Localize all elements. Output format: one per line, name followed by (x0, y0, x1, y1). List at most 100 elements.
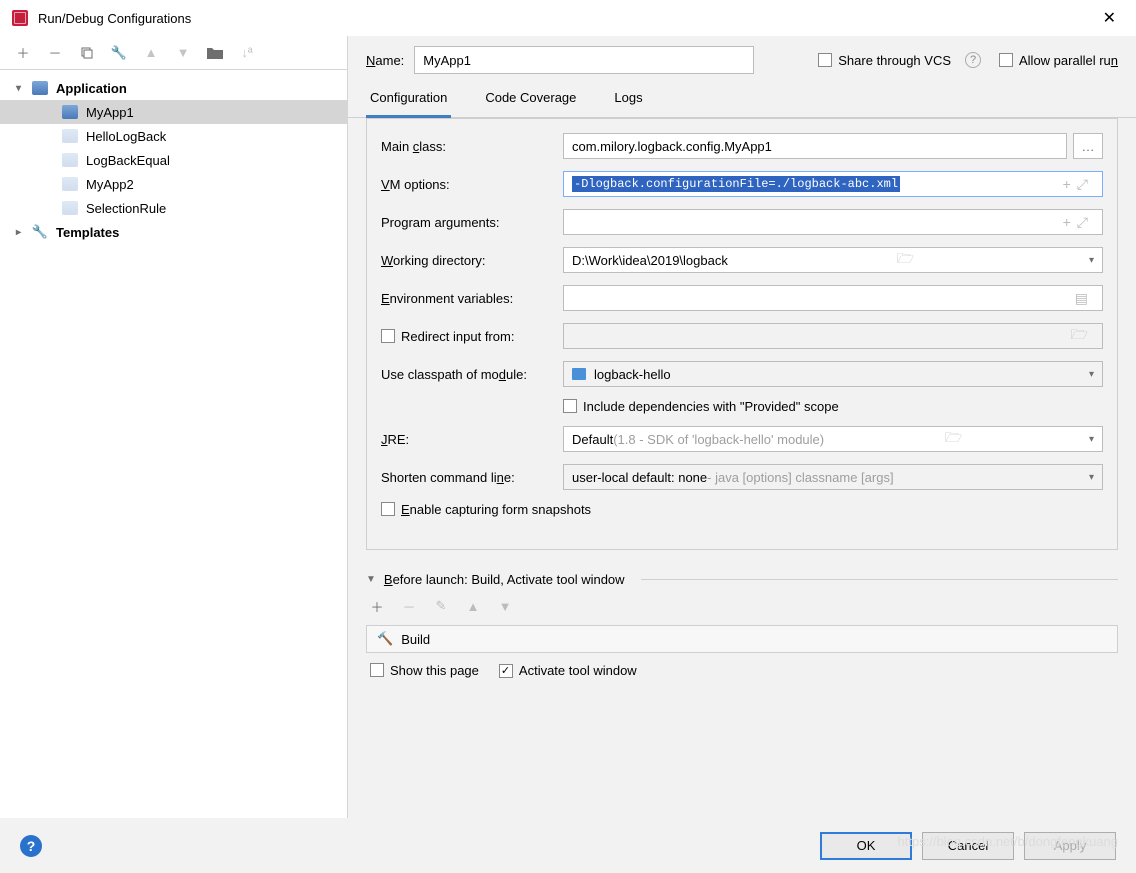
before-launch-section: ▼ Before launch: Build, Activate tool wi… (366, 572, 1118, 688)
redirect-input-field: 🗁 (563, 323, 1103, 349)
enable-snapshots-checkbox[interactable]: Enable capturing form snapshots (381, 502, 591, 517)
show-page-label: Show this page (390, 663, 479, 678)
divider (641, 579, 1118, 580)
tree-label: MyApp1 (86, 105, 134, 120)
tree-node-application[interactable]: ▾ Application (0, 76, 347, 100)
working-dir-input[interactable]: D:\Work\idea\2019\logback 🗁 ▾ (563, 247, 1103, 273)
close-icon[interactable]: ✕ (1095, 4, 1124, 32)
apply-button[interactable]: Apply (1024, 832, 1116, 860)
expand-icon[interactable]: ⤢ (1077, 176, 1088, 193)
env-vars-input[interactable]: ▤ (563, 285, 1103, 311)
insert-macro-icon[interactable]: + (1063, 176, 1071, 193)
list-icon[interactable]: ▤ (1075, 290, 1088, 307)
dialog-footer: ? OK Cancel Apply (0, 818, 1136, 873)
before-launch-list-item[interactable]: 🔨 Build (366, 625, 1118, 653)
jre-dropdown[interactable]: Default (1.8 - SDK of 'logback-hello' mo… (563, 426, 1103, 452)
up-icon[interactable]: ▲ (142, 44, 160, 62)
include-provided-checkbox[interactable]: Include dependencies with "Provided" sco… (563, 399, 839, 414)
remove-icon[interactable]: － (46, 44, 64, 62)
activate-label: Activate tool window (519, 663, 637, 678)
tab-configuration[interactable]: Configuration (366, 82, 451, 118)
expand-icon[interactable]: ⤢ (1077, 214, 1088, 231)
ok-button[interactable]: OK (820, 832, 912, 860)
classpath-value: logback-hello (594, 367, 671, 382)
window-title: Run/Debug Configurations (38, 11, 1095, 26)
chevron-right-icon: ▸ (16, 227, 28, 238)
build-label: Build (401, 632, 430, 647)
tree-label: Application (56, 81, 127, 96)
tree-node-myapp2[interactable]: MyApp2 (0, 172, 347, 196)
chevron-down-icon: ▼ (366, 574, 376, 585)
allow-parallel-checkbox[interactable]: Allow parallel run (999, 53, 1118, 68)
tree-node-templates[interactable]: ▸ 🔧 Templates (0, 220, 347, 244)
before-launch-header[interactable]: ▼ Before launch: Build, Activate tool wi… (366, 572, 1118, 587)
before-launch-title: Before launch: Build, Activate tool wind… (384, 572, 625, 587)
sort-icon[interactable]: ↓ª (238, 44, 256, 62)
cancel-button[interactable]: Cancel (922, 832, 1014, 860)
name-input[interactable] (414, 46, 754, 74)
application-icon (62, 153, 78, 167)
redirect-label: Redirect input from: (401, 329, 514, 344)
up-icon[interactable]: ▲ (464, 597, 482, 615)
shorten-dropdown[interactable]: user-local default: none - java [options… (563, 464, 1103, 490)
tab-logs[interactable]: Logs (610, 82, 646, 117)
tree-label: SelectionRule (86, 201, 166, 216)
down-icon[interactable]: ▼ (174, 44, 192, 62)
enable-snapshots-label: Enable capturing form snapshots (401, 502, 591, 517)
application-icon (62, 105, 78, 119)
tree-node-hellologback[interactable]: HelloLogBack (0, 124, 347, 148)
main-class-input[interactable] (563, 133, 1067, 159)
titlebar: Run/Debug Configurations ✕ (0, 0, 1136, 36)
hammer-icon: 🔨 (377, 631, 393, 647)
help-button[interactable]: ? (20, 835, 42, 857)
chevron-down-icon: ▾ (1089, 369, 1094, 380)
allow-parallel-label: Allow parallel run (1019, 53, 1118, 68)
classpath-label: Use classpath of module: (381, 367, 563, 382)
tree-node-selectionrule[interactable]: SelectionRule (0, 196, 347, 220)
application-icon (32, 81, 48, 95)
include-provided-label: Include dependencies with "Provided" sco… (583, 399, 839, 414)
folder-icon[interactable] (206, 44, 224, 62)
tree-node-logbackequal[interactable]: LogBackEqual (0, 148, 347, 172)
tab-code-coverage[interactable]: Code Coverage (481, 82, 580, 117)
copy-icon[interactable] (78, 44, 96, 62)
shorten-hint: - java [options] classname [args] (707, 470, 893, 485)
add-icon[interactable]: ＋ (14, 44, 32, 62)
sidebar-toolbar: ＋ － 🔧 ▲ ▼ ↓ª (0, 36, 347, 70)
share-label: Share through VCS (838, 53, 951, 68)
insert-macro-icon[interactable]: + (1063, 214, 1071, 231)
remove-icon[interactable]: － (400, 597, 418, 615)
jre-hint: (1.8 - SDK of 'logback-hello' module) (613, 432, 824, 447)
vm-options-label: VM options: (381, 177, 563, 192)
module-icon (572, 368, 586, 380)
classpath-dropdown[interactable]: logback-hello ▾ (563, 361, 1103, 387)
wrench-icon[interactable]: 🔧 (110, 44, 128, 62)
tree-label: MyApp2 (86, 177, 134, 192)
jre-value: Default (572, 432, 613, 447)
folder-icon[interactable]: 🗁 (897, 248, 914, 272)
tree-label: HelloLogBack (86, 129, 166, 144)
program-args-input[interactable]: + ⤢ (563, 209, 1103, 235)
share-vcs-checkbox[interactable]: Share through VCS (818, 53, 951, 68)
add-icon[interactable]: ＋ (368, 597, 386, 615)
chevron-down-icon[interactable]: ▾ (1089, 255, 1094, 266)
redirect-input-checkbox[interactable]: Redirect input from: (381, 329, 563, 344)
down-icon[interactable]: ▼ (496, 597, 514, 615)
folder-icon[interactable]: 🗁 (945, 427, 962, 451)
vm-options-input[interactable]: -Dlogback.configurationFile=./logback-ab… (563, 171, 1103, 197)
show-page-checkbox[interactable]: Show this page (370, 663, 479, 678)
help-icon[interactable]: ? (965, 52, 981, 68)
working-dir-label: Working directory: (381, 253, 563, 268)
shorten-value: user-local default: none (572, 470, 707, 485)
vm-options-value: -Dlogback.configurationFile=./logback-ab… (572, 176, 900, 192)
edit-icon[interactable]: ✎ (432, 597, 450, 615)
tabs: Configuration Code Coverage Logs (348, 82, 1136, 118)
name-row: Name: Share through VCS ? Allow parallel… (348, 36, 1136, 82)
tree-label: LogBackEqual (86, 153, 170, 168)
activate-window-checkbox[interactable]: Activate tool window (499, 663, 637, 678)
chevron-down-icon: ▾ (1089, 472, 1094, 483)
config-tree: ▾ Application MyApp1 HelloLogBack LogBac… (0, 70, 347, 818)
browse-main-class-button[interactable]: … (1073, 133, 1103, 159)
program-args-label: Program arguments: (381, 215, 563, 230)
tree-node-myapp1[interactable]: MyApp1 (0, 100, 347, 124)
